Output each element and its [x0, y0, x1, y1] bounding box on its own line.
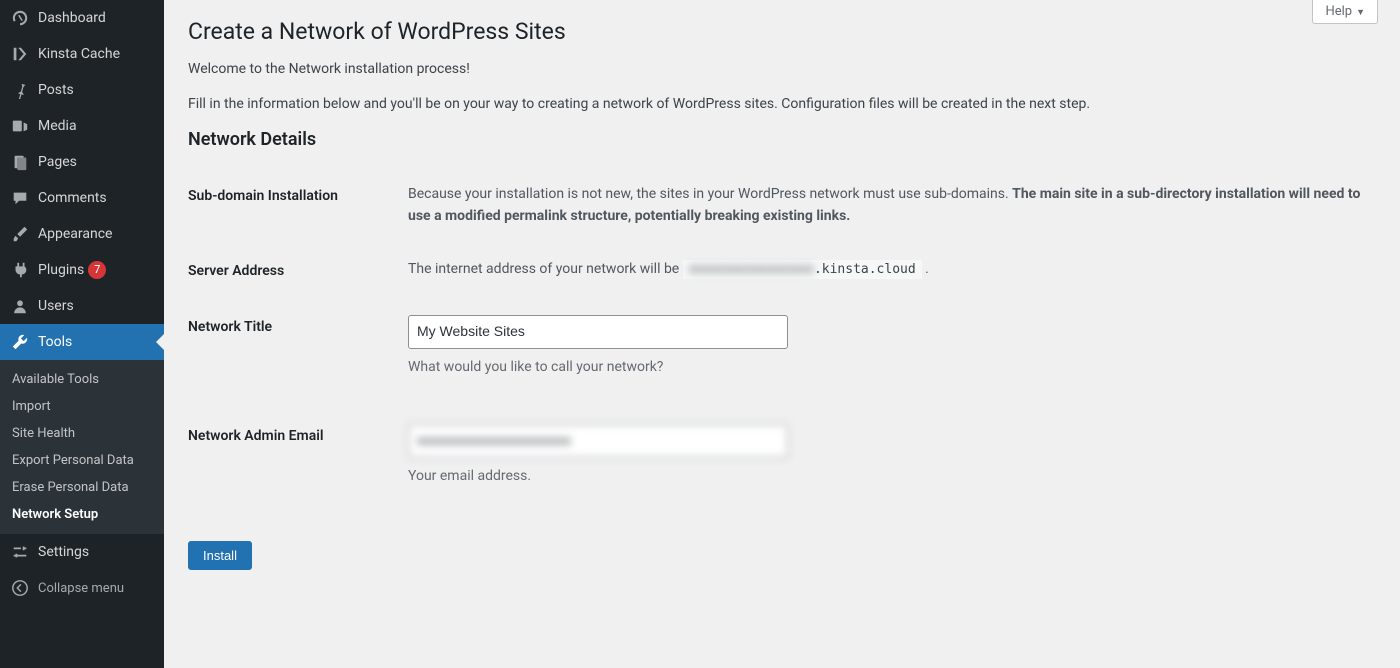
admin-email-input[interactable]: [408, 424, 788, 458]
sidebar-item-pages[interactable]: Pages: [0, 144, 164, 180]
intro-text-2: Fill in the information below and you'll…: [188, 94, 1376, 115]
plug-icon: [10, 260, 30, 280]
sidebar-item-label: Comments: [38, 190, 107, 206]
section-heading: Network Details: [188, 129, 1376, 150]
sidebar-item-label: Media: [38, 118, 77, 134]
help-tab[interactable]: Help ▼: [1312, 0, 1378, 24]
sliders-icon: [10, 542, 30, 562]
sidebar-item-kinsta-cache[interactable]: Kinsta Cache: [0, 36, 164, 72]
update-badge: 7: [88, 261, 106, 279]
row-subdomain: Sub-domain Installation Because your ins…: [188, 168, 1376, 243]
label-admin-email: Network Admin Email: [188, 408, 398, 517]
row-server-address: Server Address The internet address of y…: [188, 243, 1376, 299]
media-icon: [10, 116, 30, 136]
sidebar-item-label: Appearance: [38, 226, 112, 242]
sidebar-item-plugins[interactable]: Plugins7: [0, 252, 164, 288]
intro-text-1: Welcome to the Network installation proc…: [188, 59, 1376, 80]
sidebar-item-label: Settings: [38, 544, 89, 560]
row-network-title: Network Title What would you like to cal…: [188, 299, 1376, 408]
desc-admin-email: Your email address.: [408, 466, 1366, 487]
desc-network-title: What would you like to call your network…: [408, 357, 1366, 378]
collapse-icon: [10, 578, 30, 598]
brush-icon: [10, 224, 30, 244]
network-details-table: Sub-domain Installation Because your ins…: [188, 168, 1376, 517]
network-title-input[interactable]: [408, 315, 788, 349]
admin-sidebar: Dashboard Kinsta Cache Posts Media Pages Comm…: [0, 0, 164, 668]
submenu-item-import[interactable]: Import: [0, 393, 164, 420]
label-network-title: Network Title: [188, 299, 398, 408]
sidebar-item-comments[interactable]: Comments: [0, 180, 164, 216]
sidebar-item-label: Kinsta Cache: [38, 46, 120, 62]
sidebar-item-label: Tools: [38, 334, 72, 350]
page-title: Create a Network of WordPress Sites: [188, 10, 1376, 45]
pin-icon: [10, 80, 30, 100]
sidebar-item-label: Posts: [38, 82, 74, 98]
submenu-item-network-setup[interactable]: Network Setup: [0, 501, 164, 528]
row-admin-email: Network Admin Email Your email address.: [188, 408, 1376, 517]
sidebar-item-users[interactable]: Users: [0, 288, 164, 324]
dashboard-icon: [10, 8, 30, 28]
kinsta-icon: [10, 44, 30, 64]
sidebar-item-label: Plugins: [38, 262, 84, 278]
install-button[interactable]: Install: [188, 541, 252, 570]
wrench-icon: [10, 332, 30, 352]
value-subdomain: Because your installation is not new, th…: [398, 168, 1376, 243]
sidebar-item-dashboard[interactable]: Dashboard: [0, 0, 164, 36]
chevron-down-icon: ▼: [1356, 8, 1365, 18]
sidebar-item-settings[interactable]: Settings: [0, 534, 164, 570]
value-server-address: The internet address of your network wil…: [398, 243, 1376, 299]
comment-icon: [10, 188, 30, 208]
main-content: Help ▼ Create a Network of WordPress Site…: [164, 0, 1400, 668]
sidebar-item-tools[interactable]: Tools: [0, 324, 164, 360]
sidebar-item-label: Dashboard: [38, 10, 106, 26]
submenu-item-export-personal-data[interactable]: Export Personal Data: [0, 447, 164, 474]
submenu-item-site-health[interactable]: Site Health: [0, 420, 164, 447]
submenu-item-available-tools[interactable]: Available Tools: [0, 366, 164, 393]
help-label: Help: [1325, 4, 1352, 19]
sidebar-item-label: Users: [38, 298, 74, 314]
submenu-tools: Available ToolsImportSite HealthExport P…: [0, 360, 164, 534]
label-subdomain: Sub-domain Installation: [188, 168, 398, 243]
sidebar-item-label: Pages: [38, 154, 77, 170]
sidebar-item-media[interactable]: Media: [0, 108, 164, 144]
submenu-item-erase-personal-data[interactable]: Erase Personal Data: [0, 474, 164, 501]
sidebar-item-posts[interactable]: Posts: [0, 72, 164, 108]
label-server-address: Server Address: [188, 243, 398, 299]
sidebar-item-appearance[interactable]: Appearance: [0, 216, 164, 252]
collapse-label: Collapse menu: [38, 581, 124, 596]
pages-icon: [10, 152, 30, 172]
user-icon: [10, 296, 30, 316]
collapse-menu[interactable]: Collapse menu: [0, 570, 164, 606]
